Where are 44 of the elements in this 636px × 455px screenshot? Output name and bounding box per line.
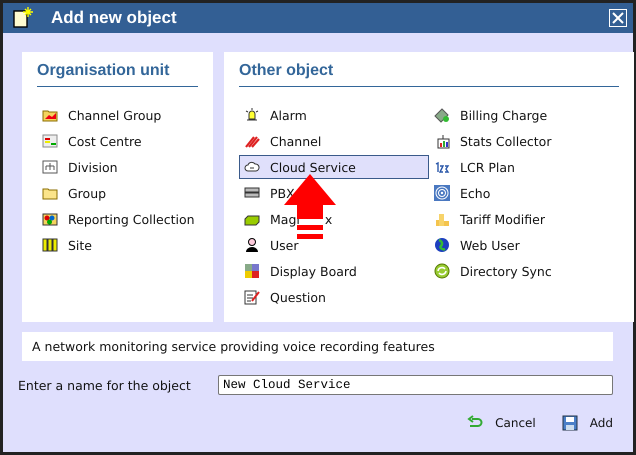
balls-icon xyxy=(42,211,58,227)
calendar-icon xyxy=(42,133,58,149)
object-type-item[interactable]: Cost Centre xyxy=(37,129,198,153)
window-title: Add new object xyxy=(51,8,178,28)
object-type-item[interactable]: Web User xyxy=(429,233,619,257)
object-type-item[interactable]: Alarm xyxy=(239,103,429,127)
name-input-field[interactable]: New Cloud Service xyxy=(218,375,613,395)
object-type-item[interactable]: Directory Sync xyxy=(429,259,619,283)
org-chart-icon xyxy=(42,159,58,175)
user-icon xyxy=(244,237,260,253)
object-type-item[interactable]: LCR Plan xyxy=(429,155,619,179)
object-type-item[interactable]: PBX xyxy=(239,181,429,205)
object-type-item[interactable]: Site xyxy=(37,233,198,257)
bell-icon xyxy=(244,107,260,123)
globe-icon xyxy=(434,237,450,253)
money-icon xyxy=(434,107,450,123)
object-type-item[interactable]: Question xyxy=(239,285,429,309)
object-type-item[interactable]: User xyxy=(239,233,429,257)
target-icon xyxy=(434,185,450,201)
numbers-icon xyxy=(434,159,450,175)
sync-icon xyxy=(434,263,450,279)
object-type-item[interactable]: Cloud Service xyxy=(239,155,429,179)
add-button[interactable]: Add xyxy=(562,415,613,431)
object-type-item[interactable]: Reporting Collection xyxy=(37,207,198,231)
object-type-item[interactable]: Channel Group xyxy=(37,103,198,127)
object-type-item[interactable]: Billing Charge xyxy=(429,103,619,127)
field-label: Enter a name for the object xyxy=(18,378,192,392)
object-type-item[interactable]: Division xyxy=(37,155,198,179)
cancel-button[interactable]: Cancel xyxy=(467,415,536,431)
object-type-item[interactable]: Group xyxy=(37,181,198,205)
object-type-item[interactable]: Tariff Modifier xyxy=(429,207,619,231)
note-icon xyxy=(244,289,260,305)
description-text: A network monitoring service providing voice recording features xyxy=(22,332,613,361)
grid-icon xyxy=(244,263,260,279)
close-button[interactable] xyxy=(609,9,627,27)
coins-icon xyxy=(434,211,450,227)
object-type-item[interactable]: Channel xyxy=(239,129,429,153)
section-heading: Other object xyxy=(239,52,619,87)
object-type-item[interactable]: Magi x xyxy=(239,207,429,231)
object-type-item[interactable]: Echo xyxy=(429,181,619,205)
object-type-item[interactable]: Display Board xyxy=(239,259,429,283)
object-type-item[interactable]: Stats Collector xyxy=(429,129,619,153)
building-icon xyxy=(42,237,58,253)
section-heading: Organisation unit xyxy=(37,52,198,87)
